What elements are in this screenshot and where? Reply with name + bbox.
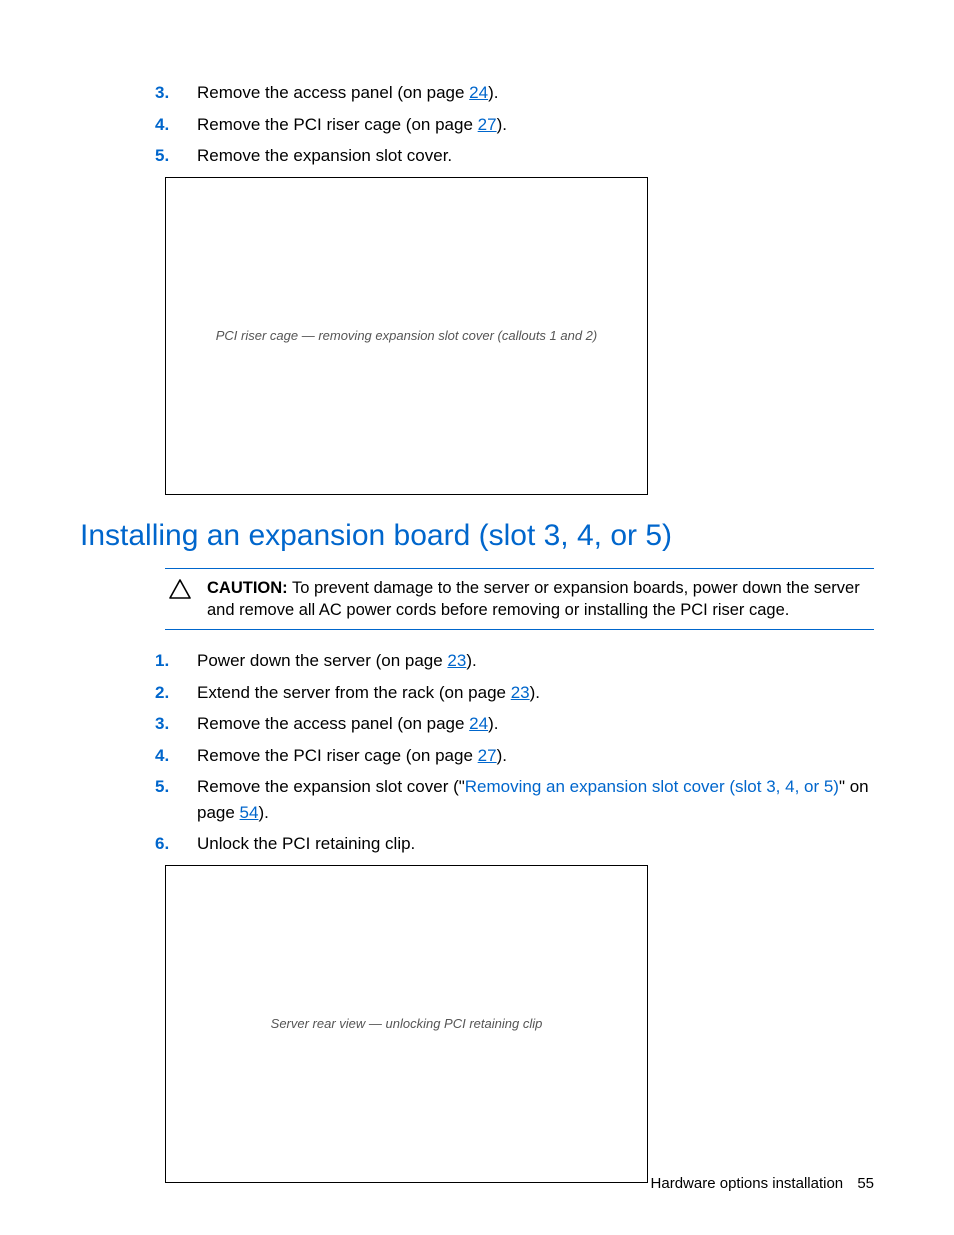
- page-link[interactable]: 24: [469, 714, 488, 733]
- cross-reference-link[interactable]: Removing an expansion slot cover (slot 3…: [465, 777, 839, 796]
- figure-remove-slot-cover: PCI riser cage — removing expansion slot…: [165, 177, 648, 495]
- step-suffix: ).: [466, 651, 476, 670]
- step-prefix: Remove the PCI riser cage (on page: [197, 746, 478, 765]
- step-number: 3.: [155, 711, 175, 737]
- caution-body: To prevent damage to the server or expan…: [207, 579, 860, 619]
- footer-section: Hardware options installation: [651, 1175, 844, 1192]
- caution-label: CAUTION:: [207, 579, 288, 597]
- step-suffix: ).: [258, 803, 268, 822]
- step-prefix: Power down the server (on page: [197, 651, 447, 670]
- list-item: 5. Remove the expansion slot cover ("Rem…: [80, 774, 874, 825]
- step-number: 2.: [155, 680, 175, 706]
- step-text: Remove the access panel (on page 24).: [197, 711, 874, 737]
- figure-alt: Server rear view — unlocking PCI retaini…: [271, 1014, 543, 1034]
- step-text: Remove the expansion slot cover.: [197, 143, 874, 169]
- step-number: 5.: [155, 143, 175, 169]
- step-suffix: ).: [488, 714, 498, 733]
- page-link[interactable]: 27: [478, 746, 497, 765]
- step-text: Power down the server (on page 23).: [197, 648, 874, 674]
- step-suffix: ).: [497, 746, 507, 765]
- step-prefix: Extend the server from the rack (on page: [197, 683, 511, 702]
- list-item: 2. Extend the server from the rack (on p…: [80, 680, 874, 706]
- step-suffix: ).: [497, 115, 507, 134]
- step-prefix: Remove the access panel (on page: [197, 83, 469, 102]
- step-prefix: Remove the access panel (on page: [197, 714, 469, 733]
- page-link[interactable]: 23: [447, 651, 466, 670]
- step-text: Remove the PCI riser cage (on page 27).: [197, 112, 874, 138]
- footer-page-number: 55: [857, 1175, 874, 1192]
- page-link[interactable]: 24: [469, 83, 488, 102]
- step-number: 4.: [155, 743, 175, 769]
- step-prefix: Remove the PCI riser cage (on page: [197, 115, 478, 134]
- list-item: 4. Remove the PCI riser cage (on page 27…: [80, 743, 874, 769]
- caution-icon: [169, 577, 191, 599]
- list-item: 1. Power down the server (on page 23).: [80, 648, 874, 674]
- page-link[interactable]: 54: [240, 803, 259, 822]
- step-number: 3.: [155, 80, 175, 106]
- step-prefix: Remove the expansion slot cover (": [197, 777, 465, 796]
- step-text: Remove the access panel (on page 24).: [197, 80, 874, 106]
- caution-note: CAUTION: To prevent damage to the server…: [165, 568, 874, 631]
- step-suffix: ).: [488, 83, 498, 102]
- list-item: 5. Remove the expansion slot cover.: [80, 143, 874, 169]
- figure-alt: PCI riser cage — removing expansion slot…: [216, 326, 598, 346]
- step-number: 1.: [155, 648, 175, 674]
- page-link[interactable]: 27: [478, 115, 497, 134]
- step-suffix: ).: [530, 683, 540, 702]
- page-link[interactable]: 23: [511, 683, 530, 702]
- step-text: Extend the server from the rack (on page…: [197, 680, 874, 706]
- list-item: 6. Unlock the PCI retaining clip.: [80, 831, 874, 857]
- page-footer: Hardware options installation 55: [651, 1173, 874, 1196]
- figure-unlock-clip: Server rear view — unlocking PCI retaini…: [165, 865, 648, 1183]
- step-text: Remove the expansion slot cover ("Removi…: [197, 774, 874, 825]
- section-heading: Installing an expansion board (slot 3, 4…: [80, 513, 874, 558]
- list-item: 3. Remove the access panel (on page 24).: [80, 80, 874, 106]
- list-item: 4. Remove the PCI riser cage (on page 27…: [80, 112, 874, 138]
- step-number: 5.: [155, 774, 175, 800]
- caution-text: CAUTION: To prevent damage to the server…: [207, 577, 870, 622]
- step-text: Remove the PCI riser cage (on page 27).: [197, 743, 874, 769]
- list-item: 3. Remove the access panel (on page 24).: [80, 711, 874, 737]
- top-steps-list: 3. Remove the access panel (on page 24).…: [80, 80, 874, 169]
- step-text: Unlock the PCI retaining clip.: [197, 831, 874, 857]
- step-number: 6.: [155, 831, 175, 857]
- bottom-steps-list: 1. Power down the server (on page 23). 2…: [80, 648, 874, 857]
- step-number: 4.: [155, 112, 175, 138]
